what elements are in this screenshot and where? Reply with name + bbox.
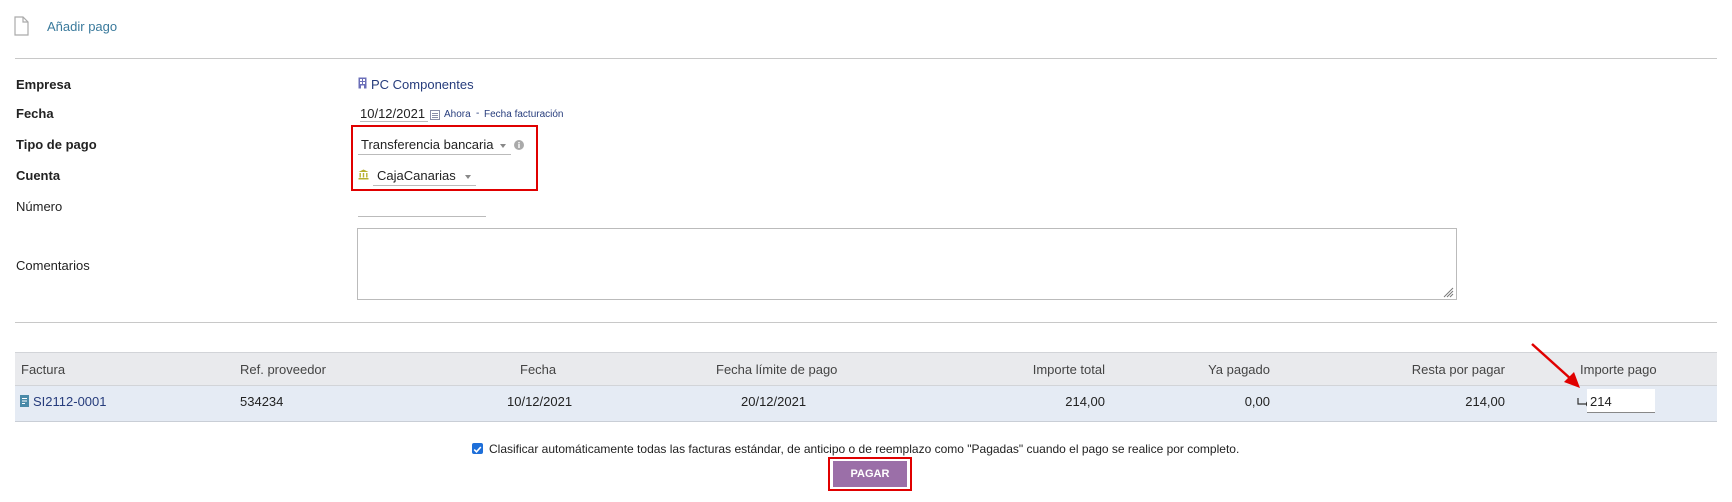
comentarios-textarea[interactable] bbox=[357, 228, 1457, 300]
highlight-payment-fields bbox=[351, 125, 538, 191]
cell-fecha: 10/12/2021 bbox=[507, 394, 573, 409]
col-ref-proveedor: Ref. proveedor bbox=[240, 362, 326, 377]
numero-label: Número bbox=[16, 199, 63, 214]
highlight-pay-button bbox=[828, 457, 912, 491]
invoice-icon bbox=[20, 395, 29, 410]
comentarios-label: Comentarios bbox=[16, 258, 90, 273]
col-factura: Factura bbox=[21, 362, 66, 377]
fecha-invoice-link[interactable]: Fecha facturación bbox=[484, 109, 564, 120]
auto-classify-label: Clasificar automáticamente todas las fac… bbox=[489, 442, 1240, 456]
company-icon bbox=[358, 77, 367, 92]
cuenta-label: Cuenta bbox=[16, 168, 61, 183]
cell-pagado: 0,00 bbox=[1244, 394, 1270, 409]
auto-classify-checkbox[interactable] bbox=[472, 443, 483, 454]
col-importe-total: Importe total bbox=[1032, 362, 1105, 377]
numero-input[interactable] bbox=[358, 196, 486, 217]
col-fecha: Fecha bbox=[520, 362, 557, 377]
cell-limite: 20/12/2021 bbox=[741, 394, 807, 409]
form-divider bbox=[15, 322, 1717, 323]
importe-pago-input[interactable]: 214 bbox=[1587, 389, 1655, 413]
document-icon bbox=[14, 16, 29, 39]
fecha-separator: - bbox=[476, 108, 480, 119]
invoice-link[interactable]: SI2112-0001 bbox=[33, 394, 107, 409]
fecha-input[interactable]: 10/12/2021 bbox=[360, 106, 429, 122]
page-title[interactable]: Añadir pago bbox=[47, 19, 117, 34]
cell-ref: 534234 bbox=[240, 394, 284, 409]
empresa-link[interactable]: PC Componentes bbox=[371, 77, 474, 92]
col-fecha-limite: Fecha límite de pago bbox=[716, 362, 838, 377]
tipo-pago-label: Tipo de pago bbox=[16, 137, 97, 152]
fecha-now-link[interactable]: Ahora bbox=[444, 109, 471, 120]
empresa-label: Empresa bbox=[16, 77, 71, 92]
cell-resta: 214,00 bbox=[1465, 394, 1505, 409]
col-resta-por-pagar: Resta por pagar bbox=[1411, 362, 1505, 377]
fecha-label: Fecha bbox=[16, 106, 54, 121]
importe-pago-value: 214 bbox=[1590, 394, 1612, 409]
annotation-arrow-icon bbox=[1528, 340, 1584, 395]
col-ya-pagado: Ya pagado bbox=[1208, 362, 1270, 377]
calendar-icon[interactable] bbox=[430, 108, 440, 123]
header-divider bbox=[15, 58, 1717, 59]
cell-total: 214,00 bbox=[1065, 394, 1105, 409]
col-importe-pago: Importe pago bbox=[1580, 362, 1657, 377]
resize-handle-icon[interactable] bbox=[1442, 286, 1454, 301]
